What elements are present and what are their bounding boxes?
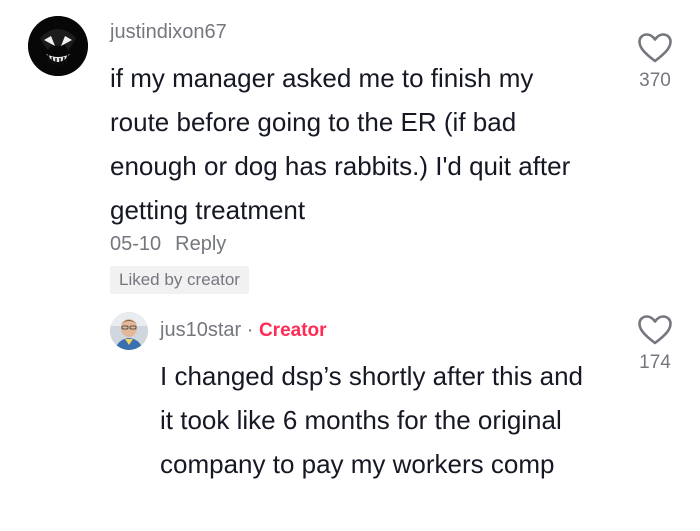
heart-outline-icon[interactable] [637, 32, 673, 64]
like-control: 174 [625, 314, 685, 374]
like-count: 370 [639, 70, 671, 91]
avatar[interactable] [28, 16, 88, 76]
comment-thread: { "comment": { "username": "justindixon6… [0, 0, 700, 531]
like-control: 370 [625, 32, 685, 92]
comment-meta: 05-10 Reply [110, 233, 226, 256]
reply-username-row: jus10star · Creator [160, 319, 327, 342]
like-count: 174 [639, 352, 671, 373]
comment-date: 05-10 [110, 233, 162, 255]
comment-text: if my manager asked me to finish my rout… [110, 63, 571, 225]
liked-by-creator-badge: Liked by creator [110, 266, 249, 294]
venom-avatar-icon [28, 16, 88, 76]
user-photo-avatar-icon [110, 312, 148, 350]
separator-dot: · [246, 319, 254, 341]
reply-username[interactable]: jus10star [160, 319, 241, 341]
reply-button[interactable]: Reply [175, 233, 226, 255]
comment-username[interactable]: justindixon67 [110, 21, 227, 44]
creator-tag: Creator [258, 320, 327, 341]
avatar[interactable] [110, 312, 148, 350]
heart-outline-icon[interactable] [637, 314, 673, 346]
reply-text: I changed dsp’s shortly after this and i… [160, 361, 583, 479]
